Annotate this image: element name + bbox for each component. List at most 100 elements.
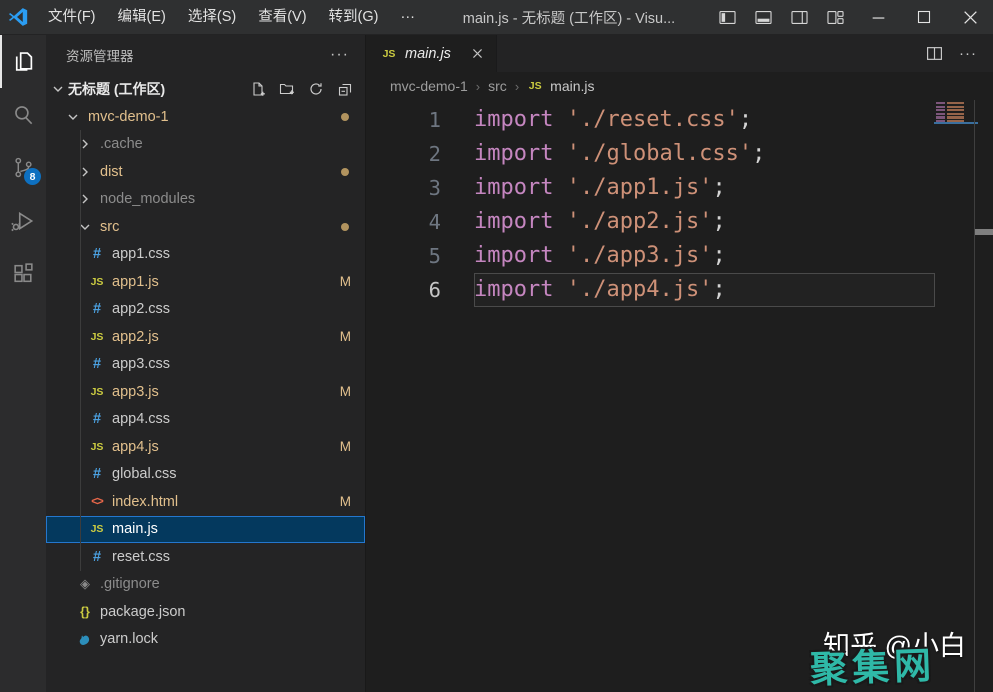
tree-item-app2.js[interactable]: JSapp2.jsM: [46, 323, 365, 351]
breadcrumb-item-src[interactable]: src: [488, 78, 507, 94]
more-actions-button[interactable]: ···: [959, 45, 977, 62]
minimap-line: [936, 109, 976, 111]
watermark-jujiwang: 聚集网: [809, 635, 937, 692]
git-modified-badge: M: [340, 494, 351, 509]
customize-layout-icon[interactable]: [826, 8, 845, 27]
activity-extensions-icon[interactable]: [0, 247, 46, 300]
toggle-secondary-sidebar-icon[interactable]: [790, 8, 809, 27]
activity-search-icon[interactable]: [0, 88, 46, 141]
menu-item-2[interactable]: 选择(S): [177, 0, 247, 34]
html-file-icon: <>: [89, 494, 105, 510]
file-label: global.css: [112, 466, 176, 482]
breadcrumb-item-main.js[interactable]: JSmain.js: [527, 78, 594, 94]
tree-item-app1.css[interactable]: #app1.css: [46, 241, 365, 269]
collapse-folders-button[interactable]: [337, 81, 353, 97]
tree-item-src[interactable]: src: [46, 213, 365, 241]
code-line-1[interactable]: 1import './reset.css';: [366, 103, 993, 137]
js-file-icon: JS: [89, 384, 105, 400]
scrollbar-marker[interactable]: [975, 229, 993, 235]
menu-item-0[interactable]: 文件(F): [37, 0, 107, 34]
new-file-button[interactable]: [250, 81, 266, 97]
editor-group: JS main.js ··· mvc-demo-1›src›JSmain.js …: [365, 35, 993, 692]
chevron-down-icon: [50, 81, 66, 97]
tree-item-.gitignore[interactable]: ◈.gitignore: [46, 571, 365, 599]
file-label: index.html: [112, 494, 178, 510]
json-file-icon: {}: [77, 604, 93, 620]
split-editor-button[interactable]: [926, 45, 943, 62]
activity-source-control-icon[interactable]: 8: [0, 141, 46, 194]
toggle-panel-icon[interactable]: [754, 8, 773, 27]
line-content: import './global.css';: [474, 137, 935, 171]
minimap[interactable]: [936, 102, 976, 123]
explorer-header: 资源管理器 ···: [46, 35, 365, 75]
code-lines: 1import './reset.css';2 import './global.…: [366, 103, 993, 307]
chevron-down-icon: [65, 109, 81, 125]
breadcrumb: mvc-demo-1›src›JSmain.js: [366, 72, 993, 100]
explorer-toolbar: [250, 81, 353, 97]
code-line-5[interactable]: 5import './app3.js';: [366, 239, 993, 273]
toggle-primary-sidebar-icon[interactable]: [718, 8, 737, 27]
line-number[interactable]: 1: [366, 103, 441, 137]
menu-item-1[interactable]: 编辑(E): [107, 0, 177, 34]
code-line-4[interactable]: 4import './app2.js';: [366, 205, 993, 239]
workspace-section-header[interactable]: 无标题 (工作区): [46, 75, 365, 103]
breadcrumb-item-mvc-demo-1[interactable]: mvc-demo-1: [390, 78, 468, 94]
tree-item-app4.css[interactable]: #app4.css: [46, 406, 365, 434]
minimize-button[interactable]: [855, 0, 901, 34]
tree-item-main.js[interactable]: JSmain.js: [46, 516, 365, 544]
js-file-icon: JS: [381, 46, 397, 62]
line-content: import './app1.js';: [474, 171, 935, 205]
file-label: app3.js: [112, 384, 159, 400]
file-label: mvc-demo-1: [88, 109, 169, 125]
menu-item-4[interactable]: 转到(G): [318, 0, 390, 34]
tree-item-mvc-demo-1[interactable]: mvc-demo-1: [46, 103, 365, 131]
js-file-icon: JS: [89, 439, 105, 455]
tab-main-js[interactable]: JS main.js: [366, 35, 497, 72]
tab-bar: JS main.js ···: [366, 35, 993, 72]
code-editor[interactable]: 1import './reset.css';2 import './global.…: [366, 100, 993, 692]
file-label: app4.js: [112, 439, 159, 455]
line-number[interactable]: 5: [366, 239, 441, 273]
close-button[interactable]: [947, 0, 993, 34]
code-line-6[interactable]: 6 import './app4.js';: [366, 273, 993, 307]
activity-explorer-icon[interactable]: [0, 35, 46, 88]
tree-item-yarn.lock[interactable]: yarn.lock: [46, 626, 365, 654]
refresh-explorer-button[interactable]: [308, 81, 324, 97]
tab-label: main.js: [405, 46, 451, 62]
tree-item-app3.js[interactable]: JS app3.js M: [46, 378, 365, 406]
tree-item-dist[interactable]: dist: [46, 158, 365, 186]
file-label: package.json: [100, 604, 185, 620]
tree-item-global.css[interactable]: #global.css: [46, 461, 365, 489]
explorer-more-actions-button[interactable]: ···: [330, 46, 349, 64]
tree-item-app4.js[interactable]: JSapp4.jsM: [46, 433, 365, 461]
tree-item-node_modules[interactable]: node_modules: [46, 186, 365, 214]
js-file-icon: JS: [89, 521, 105, 537]
tree-item-.cache[interactable]: .cache: [46, 131, 365, 159]
activity-run-debug-icon[interactable]: [0, 194, 46, 247]
line-number[interactable]: 4: [366, 205, 441, 239]
code-line-2[interactable]: 2 import './global.css';: [366, 137, 993, 171]
new-folder-button[interactable]: [279, 81, 295, 97]
layout-controls: [718, 8, 845, 27]
tree-item-app3.css[interactable]: #app3.css: [46, 351, 365, 379]
tree-item-package.json[interactable]: {} package.json: [46, 598, 365, 626]
tree-item-reset.css[interactable]: #reset.css: [46, 543, 365, 571]
tree-item-app2.css[interactable]: #app2.css: [46, 296, 365, 324]
tree-item-app1.js[interactable]: JSapp1.jsM: [46, 268, 365, 296]
line-content: import './app4.js';: [474, 273, 935, 307]
css-file-icon: #: [89, 549, 105, 565]
title-bar: 文件(F)编辑(E)选择(S)查看(V)转到(G)··· main.js - 无…: [0, 0, 993, 35]
code-line-3[interactable]: 3 import './app1.js';: [366, 171, 993, 205]
menu-item-3[interactable]: 查看(V): [247, 0, 317, 34]
git-modified-badge: M: [340, 384, 351, 399]
tab-close-icon[interactable]: [471, 47, 484, 60]
vscode-logo-icon: [7, 6, 29, 28]
line-number[interactable]: 2: [366, 137, 441, 171]
file-tree: mvc-demo-1 .cachedistnode_modulessrc#app1…: [46, 103, 365, 692]
line-number[interactable]: 3: [366, 171, 441, 205]
line-number[interactable]: 6: [366, 273, 441, 307]
tree-item-index.html[interactable]: <> index.html M: [46, 488, 365, 516]
menu-item-5[interactable]: ···: [389, 0, 426, 34]
maximize-button[interactable]: [901, 0, 947, 34]
git-modified-dot: [341, 168, 349, 176]
